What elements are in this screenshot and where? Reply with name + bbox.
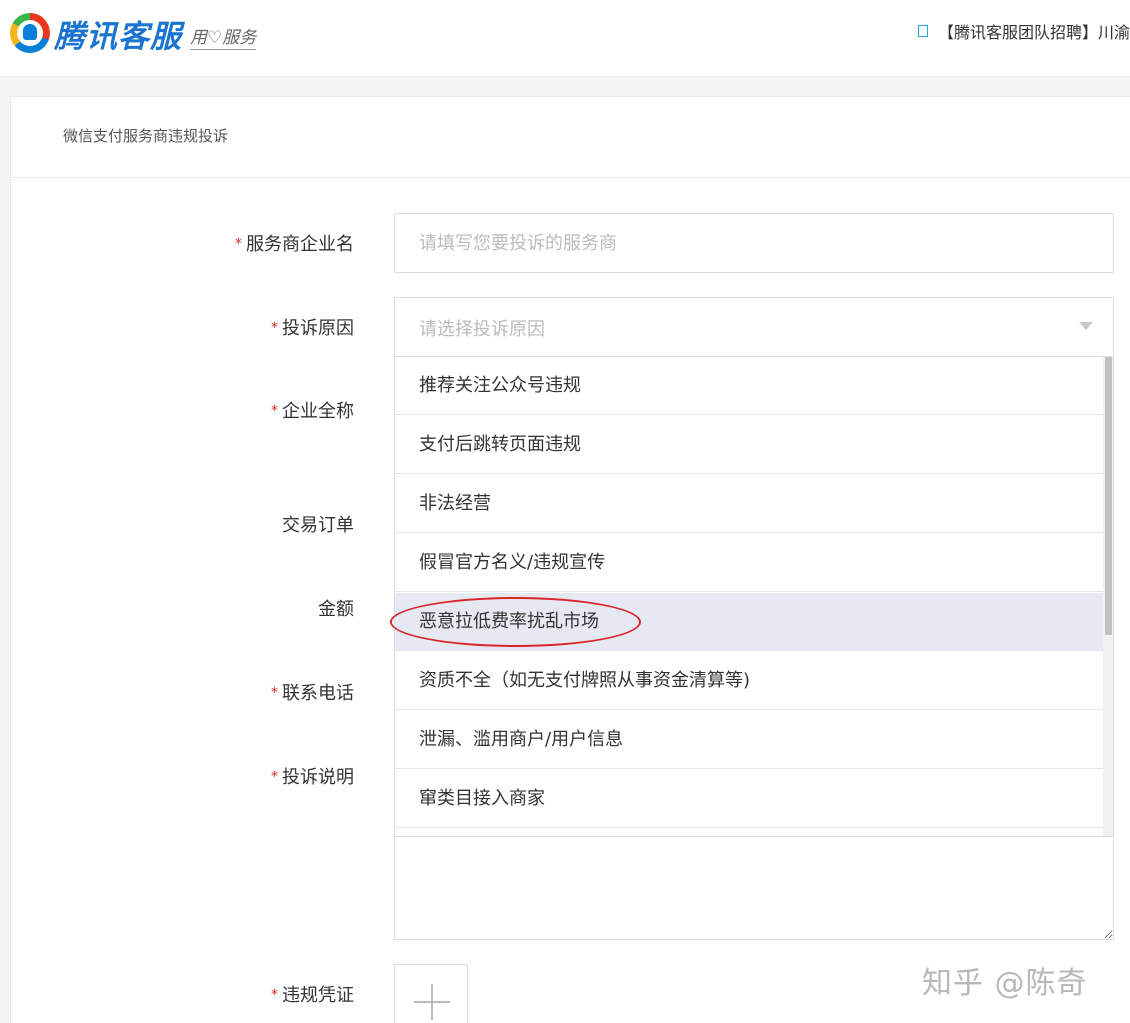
dropdown-scrollbar[interactable] [1103, 357, 1113, 836]
reason-option[interactable]: 泄漏、滥用商户/用户信息 [395, 711, 1105, 769]
provider-name-input[interactable] [395, 214, 1113, 272]
title-divider [11, 177, 1130, 178]
reason-dropdown-list[interactable]: 推荐关注公众号违规 支付后跳转页面违规 非法经营 假冒官方名义/违规宣传 恶意拉… [394, 356, 1114, 837]
tencent-penguin-logo-icon [10, 13, 50, 53]
reason-option[interactable]: 支付后跳转页面违规 [395, 416, 1105, 474]
reason-select-placeholder: 请选择投诉原因 [419, 319, 545, 340]
logo-slogan: 用♡服务 [190, 23, 257, 50]
notice-square-icon [918, 25, 928, 37]
transaction-order-label: 交易订单 [282, 515, 354, 536]
required-mark: * [271, 320, 278, 336]
logo-text: 腾讯客服 [54, 18, 182, 55]
amount-label: 金额 [318, 599, 354, 620]
page-title: 微信支付服务商违规投诉 [63, 127, 229, 145]
required-mark: * [271, 769, 278, 785]
contact-phone-label: * 联系电话 [271, 683, 354, 704]
reason-label: * 投诉原因 [271, 318, 354, 339]
reason-option[interactable]: 非法经营 [395, 475, 1105, 533]
company-full-name-label: * 企业全称 [271, 401, 354, 422]
reason-option-highlighted[interactable]: 恶意拉低费率扰乱市场 [395, 593, 1105, 651]
required-mark: * [271, 987, 278, 1003]
required-mark: * [235, 236, 242, 252]
caret-down-icon [1079, 322, 1093, 330]
description-textarea-field [394, 837, 1114, 940]
required-mark: * [271, 403, 278, 419]
provider-name-label: * 服务商企业名 [235, 234, 354, 255]
reason-option[interactable]: 资质不全（如无支付牌照从事资金清算等) [395, 652, 1105, 710]
provider-name-field [394, 213, 1114, 273]
dropdown-scrollbar-thumb[interactable] [1105, 357, 1112, 635]
tencent-kefu-logo[interactable]: 腾讯客服 用♡服务 [10, 12, 257, 55]
reason-option[interactable]: 假冒官方名义/违规宣传 [395, 534, 1105, 592]
required-mark: * [271, 685, 278, 701]
notice-text[interactable]: 【腾讯客服团队招聘】川渝 [938, 19, 1130, 43]
evidence-upload-button[interactable] [394, 964, 468, 1023]
reason-option[interactable]: 窜类目接入商家 [395, 770, 1105, 828]
top-header: 腾讯客服 用♡服务 【腾讯客服团队招聘】川渝 [0, 0, 1130, 77]
zhihu-watermark: 知乎 @陈奇 [922, 966, 1088, 1001]
description-label: * 投诉说明 [271, 767, 354, 788]
recruitment-notice[interactable]: 【腾讯客服团队招聘】川渝 [918, 20, 1130, 42]
evidence-label: * 违规凭证 [271, 985, 354, 1006]
reason-select[interactable]: 请选择投诉原因 [394, 297, 1114, 356]
description-textarea[interactable] [395, 837, 1113, 939]
reason-option[interactable]: 推荐关注公众号违规 [395, 357, 1105, 415]
